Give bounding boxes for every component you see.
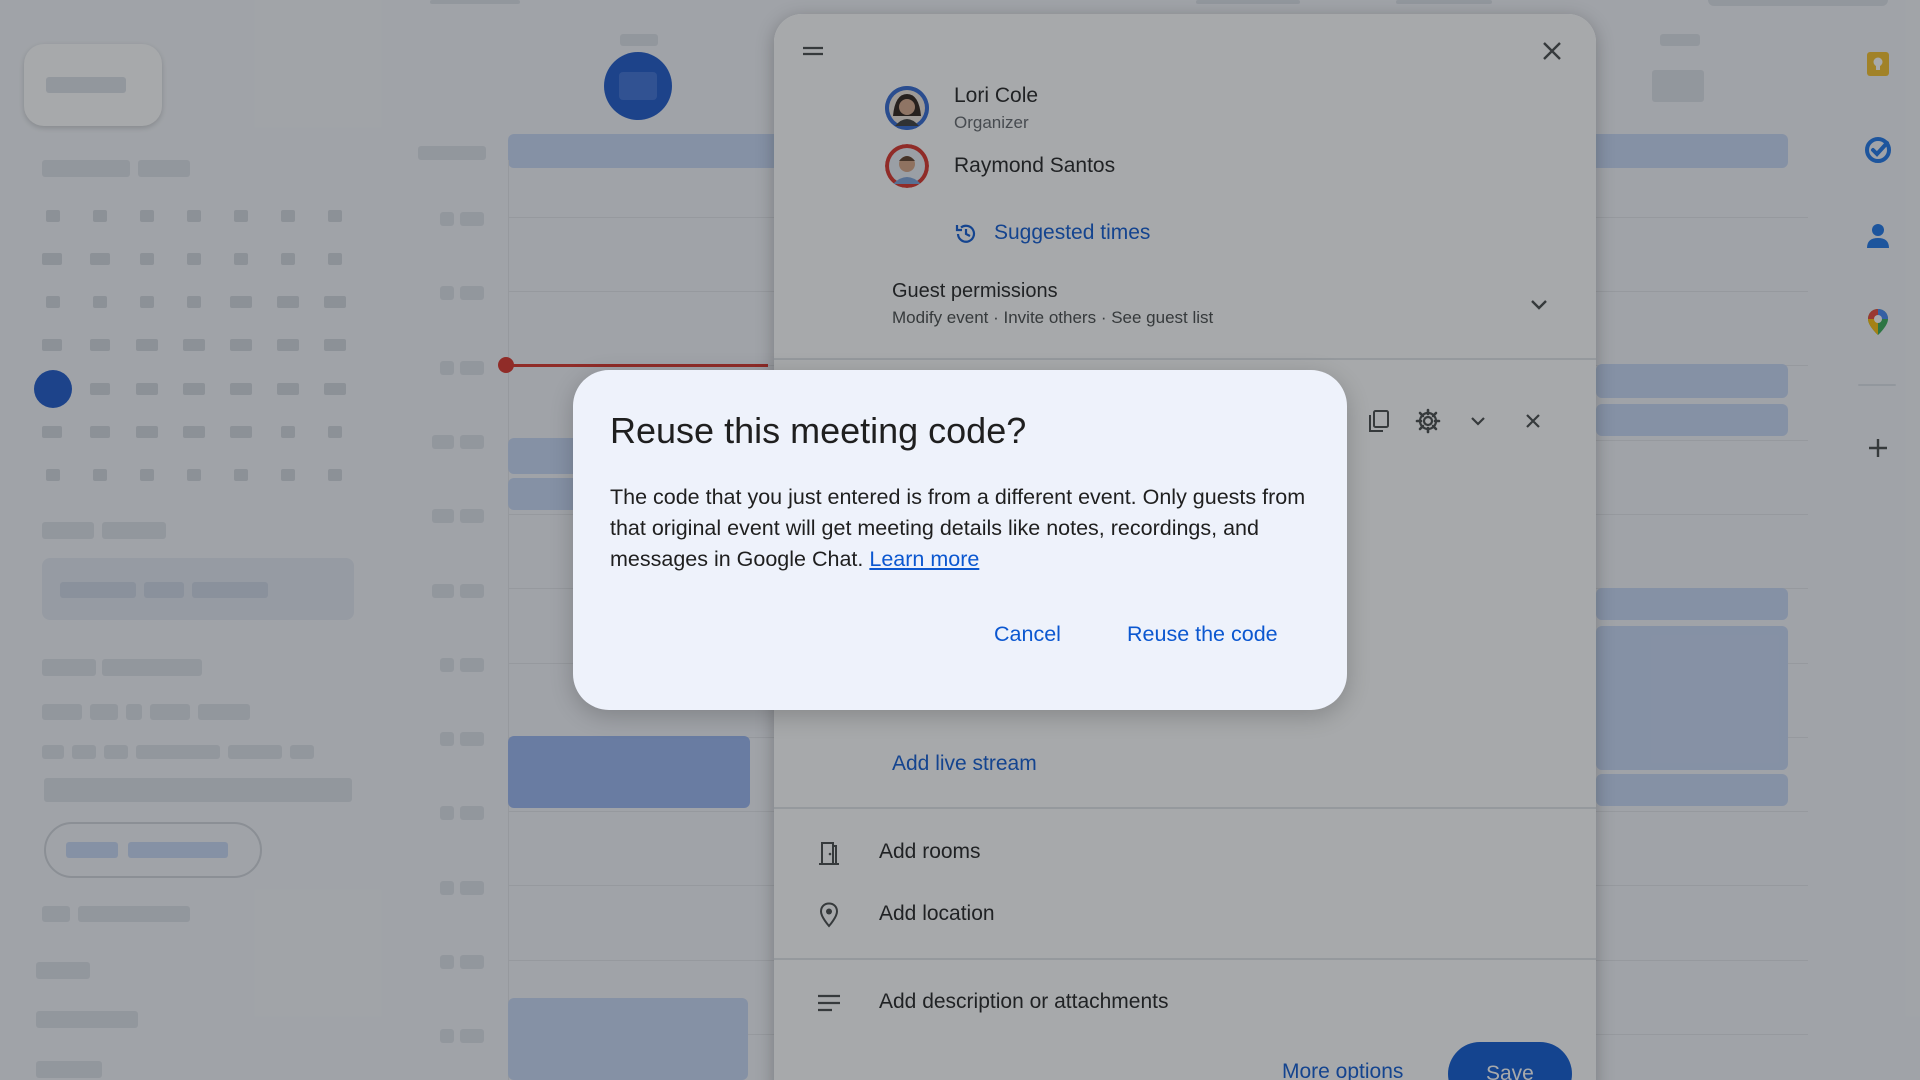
dialog-body: The code that you just entered is from a…: [610, 482, 1310, 575]
reuse-code-dialog: Reuse this meeting code? The code that y…: [573, 370, 1347, 710]
learn-more-link[interactable]: Learn more: [869, 547, 979, 571]
reuse-code-button[interactable]: Reuse the code: [1127, 622, 1278, 647]
cancel-button[interactable]: Cancel: [994, 622, 1061, 647]
dialog-title: Reuse this meeting code?: [610, 410, 1027, 451]
